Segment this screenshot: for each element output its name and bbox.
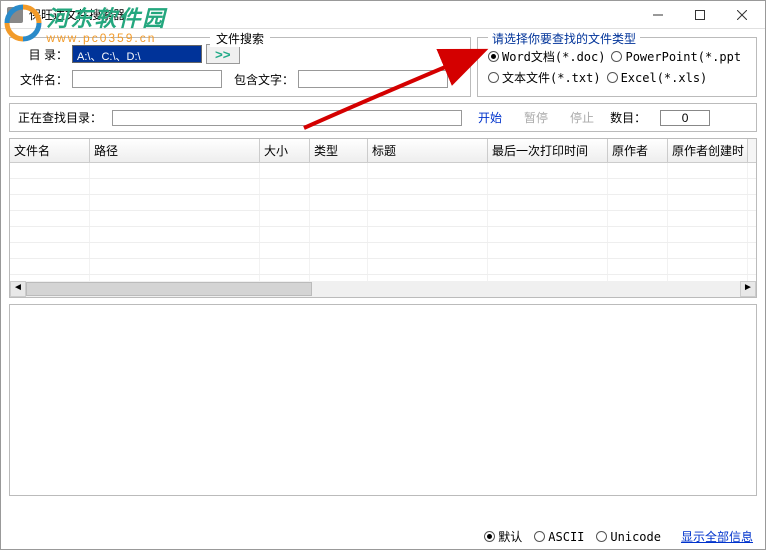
table-body bbox=[10, 163, 756, 293]
count-value: 0 bbox=[660, 110, 710, 126]
directory-input[interactable]: A:\、C:\、D:\ bbox=[72, 45, 202, 63]
table-row[interactable] bbox=[10, 227, 756, 243]
column-header[interactable]: 最后一次打印时间 bbox=[488, 139, 608, 162]
table-row[interactable] bbox=[10, 179, 756, 195]
column-header[interactable]: 原作者创建时 bbox=[668, 139, 748, 162]
table-header: 文件名路径大小类型标题最后一次打印时间原作者原作者创建时 bbox=[10, 139, 756, 163]
filetype-title: 请选择你要查找的文件类型 bbox=[488, 30, 640, 47]
column-header[interactable]: 大小 bbox=[260, 139, 310, 162]
radio-icon bbox=[488, 72, 499, 83]
dir-label: 目 录： bbox=[18, 46, 68, 63]
contain-input[interactable] bbox=[298, 70, 448, 88]
table-row[interactable] bbox=[10, 211, 756, 227]
scroll-left-icon[interactable]: ◄ bbox=[10, 281, 26, 297]
column-header[interactable]: 原作者 bbox=[608, 139, 668, 162]
radio-icon bbox=[611, 51, 622, 62]
radio-unicode[interactable]: Unicode bbox=[596, 530, 661, 544]
window-title: 保旺达文件搜索器 bbox=[29, 6, 637, 23]
count-label: 数目： bbox=[610, 109, 646, 126]
radio-excel[interactable]: Excel(*.xls) bbox=[607, 69, 708, 86]
titlebar: 保旺达文件搜索器 bbox=[1, 1, 765, 29]
filename-label: 文件名： bbox=[18, 71, 68, 88]
start-button[interactable]: 开始 bbox=[472, 109, 508, 126]
status-path bbox=[112, 110, 462, 126]
preview-pane bbox=[9, 304, 757, 496]
pause-button[interactable]: 暂停 bbox=[518, 109, 554, 126]
stop-button[interactable]: 停止 bbox=[564, 109, 600, 126]
radio-ascii[interactable]: ASCII bbox=[534, 530, 584, 544]
contain-label: 包含文字： bbox=[234, 71, 294, 88]
column-header[interactable]: 标题 bbox=[368, 139, 488, 162]
radio-default-encoding[interactable]: 默认 bbox=[484, 528, 522, 545]
radio-icon bbox=[488, 51, 499, 62]
table-row[interactable] bbox=[10, 163, 756, 179]
minimize-button[interactable] bbox=[637, 2, 679, 28]
scroll-right-icon[interactable]: ► bbox=[740, 281, 756, 297]
search-panel: 文件搜索 目 录： A:\、C:\、D:\ >> 文件名： 包含文字： bbox=[9, 37, 471, 97]
radio-icon bbox=[534, 531, 545, 542]
app-icon bbox=[7, 7, 23, 23]
status-bar: 正在查找目录： 开始 暂停 停止 数目： 0 bbox=[9, 103, 757, 132]
radio-word[interactable]: Word文档(*.doc) bbox=[488, 48, 605, 65]
close-button[interactable] bbox=[721, 2, 763, 28]
filename-input[interactable] bbox=[72, 70, 222, 88]
column-header[interactable]: 类型 bbox=[310, 139, 368, 162]
status-label: 正在查找目录： bbox=[18, 109, 102, 126]
results-table: 文件名路径大小类型标题最后一次打印时间原作者原作者创建时 ◄ ► bbox=[9, 138, 757, 298]
search-title: 文件搜索 bbox=[210, 30, 270, 47]
browse-button[interactable]: >> bbox=[206, 44, 240, 64]
show-all-link[interactable]: 显示全部信息 bbox=[681, 528, 753, 545]
maximize-button[interactable] bbox=[679, 2, 721, 28]
filetype-panel: 请选择你要查找的文件类型 Word文档(*.doc) PowerPoint(*.… bbox=[477, 37, 757, 97]
column-header[interactable]: 路径 bbox=[90, 139, 260, 162]
table-row[interactable] bbox=[10, 243, 756, 259]
table-row[interactable] bbox=[10, 195, 756, 211]
radio-text[interactable]: 文本文件(*.txt) bbox=[488, 69, 601, 86]
scroll-thumb[interactable] bbox=[26, 282, 312, 296]
horizontal-scrollbar[interactable]: ◄ ► bbox=[10, 281, 756, 297]
column-header[interactable]: 文件名 bbox=[10, 139, 90, 162]
radio-powerpoint[interactable]: PowerPoint(*.ppt bbox=[611, 48, 741, 65]
radio-icon bbox=[596, 531, 607, 542]
radio-icon bbox=[607, 72, 618, 83]
radio-icon bbox=[484, 531, 495, 542]
encoding-bar: 默认 ASCII Unicode 显示全部信息 bbox=[484, 525, 753, 548]
table-row[interactable] bbox=[10, 259, 756, 275]
